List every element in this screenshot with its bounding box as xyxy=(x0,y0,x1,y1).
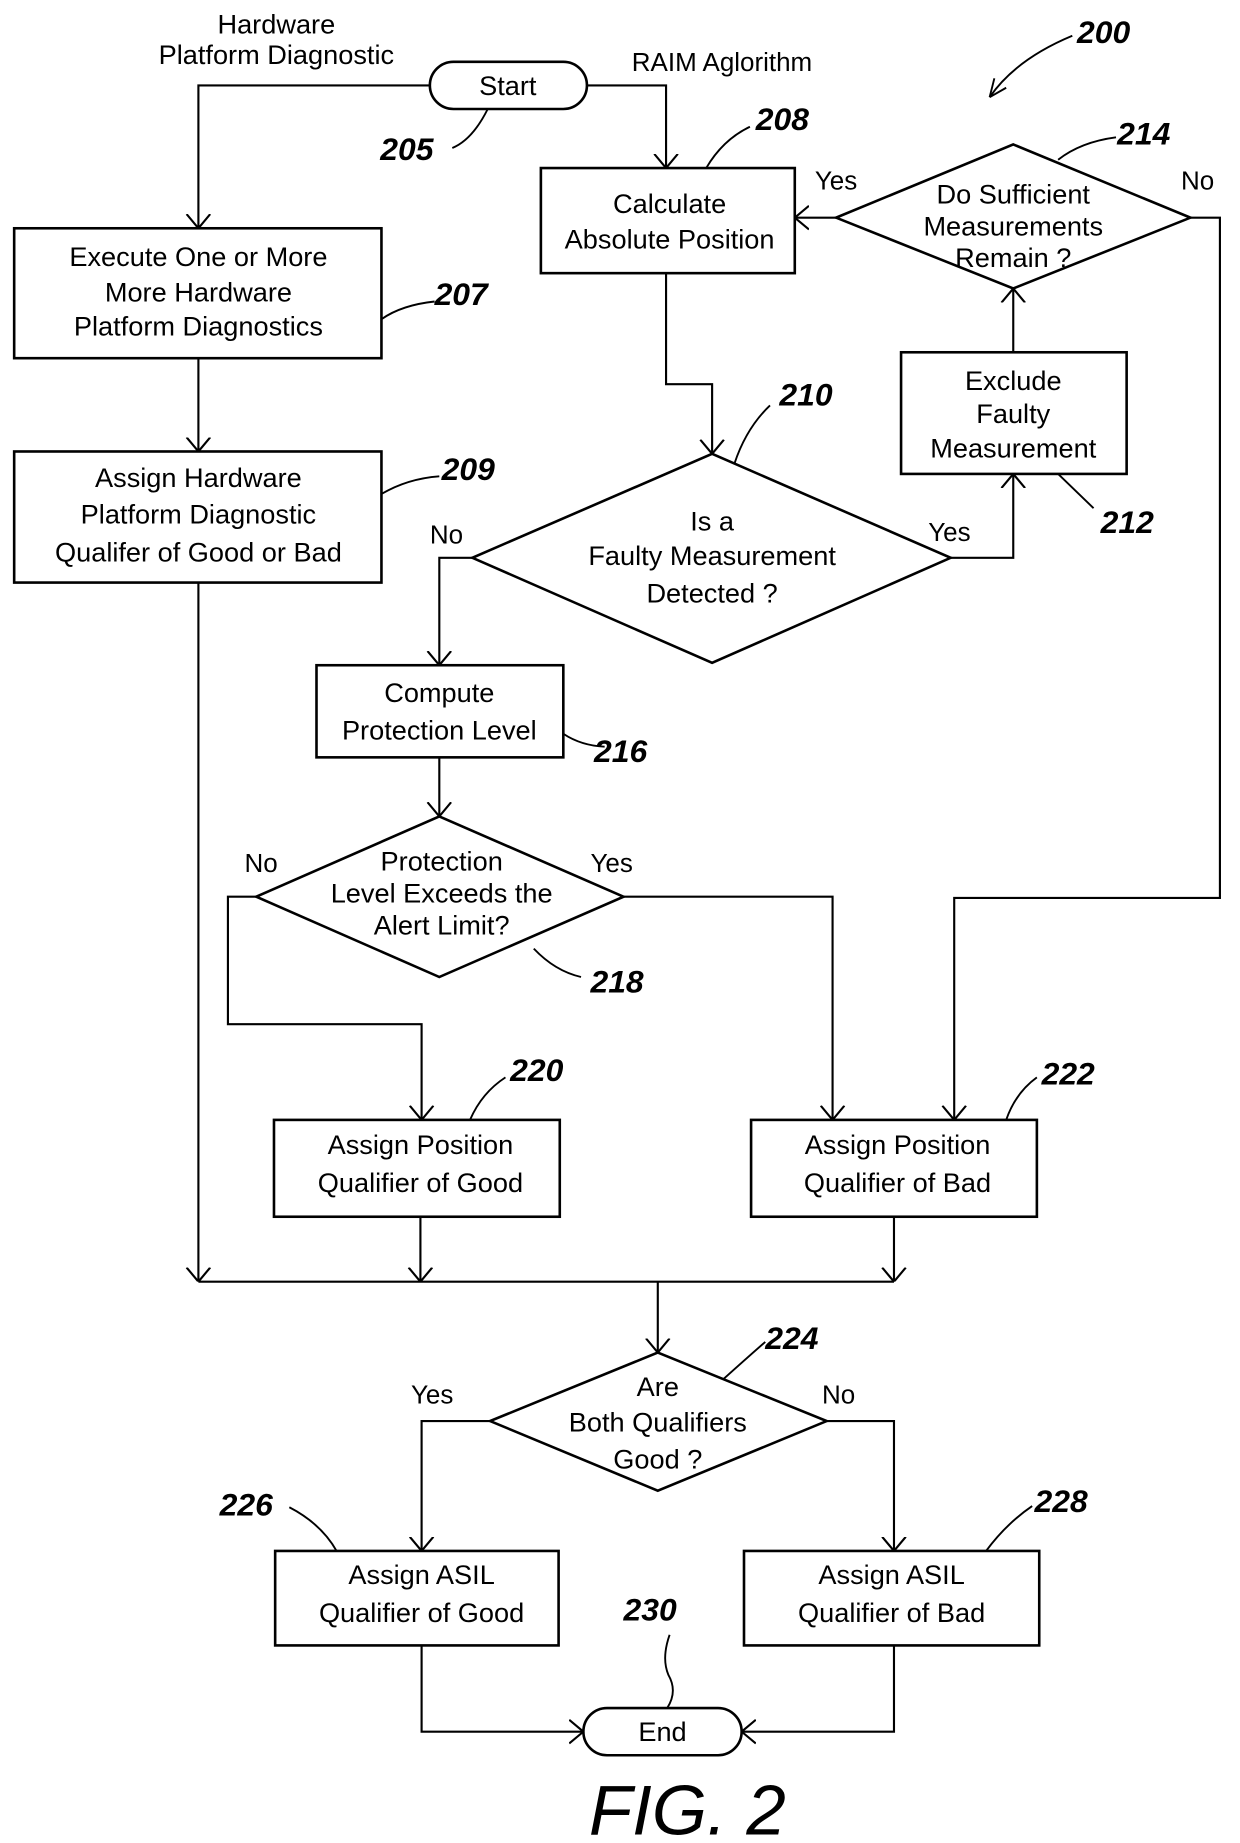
ref-230: 230 xyxy=(623,1592,677,1628)
ref-230-leader xyxy=(664,1634,674,1709)
hw-branch-title-line1: Hardware xyxy=(217,8,335,39)
ref-200-leader xyxy=(988,34,1073,98)
calculate-position-box xyxy=(539,166,797,275)
exclude-faulty-line2: Faulty xyxy=(976,398,1050,429)
ref-220-leader xyxy=(469,1076,506,1121)
exceeds-alert-line3: Alert Limit? xyxy=(374,909,510,940)
ref-205-leader xyxy=(451,108,489,149)
edge-start-calculate xyxy=(586,84,666,169)
edge-faulty-compute xyxy=(439,556,473,666)
ref-228: 228 xyxy=(1034,1483,1088,1519)
pos-good-line1: Assign Position xyxy=(328,1129,514,1160)
edge-asilgood-end xyxy=(420,1645,584,1731)
asil-good-line2: Qualifier of Good xyxy=(319,1597,524,1628)
ref-205: 205 xyxy=(379,131,434,167)
faulty-detected-line3: Detected ? xyxy=(646,578,777,609)
raim-branch-title: RAIM Aglorithm xyxy=(632,47,812,77)
sufficient-remain-line2: Measurements xyxy=(923,210,1103,241)
exceeds-alert-line2: Level Exceeds the xyxy=(331,878,553,909)
exceeds-no-label: No xyxy=(244,848,277,878)
figure-caption: FIG. 2 xyxy=(589,1771,786,1843)
start-label: Start xyxy=(479,70,537,101)
asil-bad-line1: Assign ASIL xyxy=(818,1559,964,1590)
ref-209-leader xyxy=(380,475,440,495)
both-good-line1: Are xyxy=(637,1371,679,1402)
edge-calculate-faulty xyxy=(664,273,712,454)
assign-hw-qualifier-line3: Qualifer of Good or Bad xyxy=(55,536,342,567)
both-good-line2: Both Qualifiers xyxy=(569,1407,747,1438)
ref-216: 216 xyxy=(593,733,647,769)
ref-228-leader xyxy=(985,1505,1033,1552)
faulty-detected-line1: Is a xyxy=(690,506,735,537)
ref-212: 212 xyxy=(1100,504,1154,540)
ref-226: 226 xyxy=(219,1487,273,1523)
ref-209: 209 xyxy=(441,451,495,487)
sufficient-remain-line3: Remain ? xyxy=(955,242,1071,273)
exclude-faulty-line1: Exclude xyxy=(965,365,1062,396)
assign-hw-qualifier-line2: Platform Diagnostic xyxy=(81,499,316,530)
ref-222-leader xyxy=(1005,1076,1038,1121)
pos-bad-line1: Assign Position xyxy=(805,1129,991,1160)
faulty-no-label: No xyxy=(430,520,463,550)
compute-protection-line2: Protection Level xyxy=(342,715,537,746)
edge-exceeds-posbad xyxy=(623,895,833,1120)
end-label: End xyxy=(638,1716,686,1747)
hw-branch-title-line2: Platform Diagnostic xyxy=(159,39,394,70)
edge-bothgood-asilbad xyxy=(826,1419,894,1551)
ref-220: 220 xyxy=(509,1052,563,1088)
asil-good-line1: Assign ASIL xyxy=(348,1559,494,1590)
ref-207: 207 xyxy=(434,276,489,312)
bothgood-no-label: No xyxy=(822,1379,855,1409)
ref-218-leader xyxy=(533,948,582,978)
ref-214: 214 xyxy=(1116,115,1170,151)
execute-diagnostics-line1: Execute One or More xyxy=(69,241,327,272)
faulty-detected-line2: Faulty Measurement xyxy=(588,540,836,571)
exceeds-alert-line1: Protection xyxy=(381,846,503,877)
ref-222: 222 xyxy=(1041,1055,1095,1091)
ref-208-leader xyxy=(705,125,751,169)
execute-diagnostics-line2: More Hardware xyxy=(105,277,292,308)
ref-208: 208 xyxy=(755,101,809,137)
edge-bothgood-asilgood xyxy=(422,1419,491,1551)
ref-218: 218 xyxy=(589,963,643,999)
sufficient-yes-label: Yes xyxy=(815,165,857,195)
compute-protection-line1: Compute xyxy=(384,677,494,708)
exceeds-yes-label: Yes xyxy=(590,848,632,878)
sufficient-remain-line1: Do Sufficient xyxy=(937,178,1091,209)
flowchart: Hardware Platform Diagnostic RAIM Aglori… xyxy=(12,8,1221,1843)
ref-226-leader xyxy=(288,1506,338,1552)
faulty-yes-label: Yes xyxy=(928,517,970,547)
asil-bad-line2: Qualifier of Bad xyxy=(798,1597,985,1628)
exclude-faulty-line3: Measurement xyxy=(930,432,1096,463)
both-good-line3: Good ? xyxy=(613,1443,702,1474)
ref-224: 224 xyxy=(764,1320,818,1356)
bothgood-yes-label: Yes xyxy=(411,1379,453,1409)
calculate-position-line1: Calculate xyxy=(613,188,726,219)
ref-210-leader xyxy=(733,404,771,464)
ref-212-leader xyxy=(1057,473,1095,509)
pos-bad-line2: Qualifier of Bad xyxy=(804,1167,991,1198)
ref-224-leader xyxy=(722,1341,766,1381)
pos-good-line2: Qualifier of Good xyxy=(318,1167,523,1198)
calculate-position-line2: Absolute Position xyxy=(565,223,775,254)
assign-hw-qualifier-line1: Assign Hardware xyxy=(95,462,302,493)
ref-207-leader xyxy=(380,300,435,320)
ref-210: 210 xyxy=(778,376,832,412)
ref-200: 200 xyxy=(1076,14,1130,50)
execute-diagnostics-line3: Platform Diagnostics xyxy=(74,311,323,342)
sufficient-no-label: No xyxy=(1181,165,1214,195)
edge-asilbad-end xyxy=(741,1645,896,1731)
ref-214-leader xyxy=(1057,136,1117,161)
